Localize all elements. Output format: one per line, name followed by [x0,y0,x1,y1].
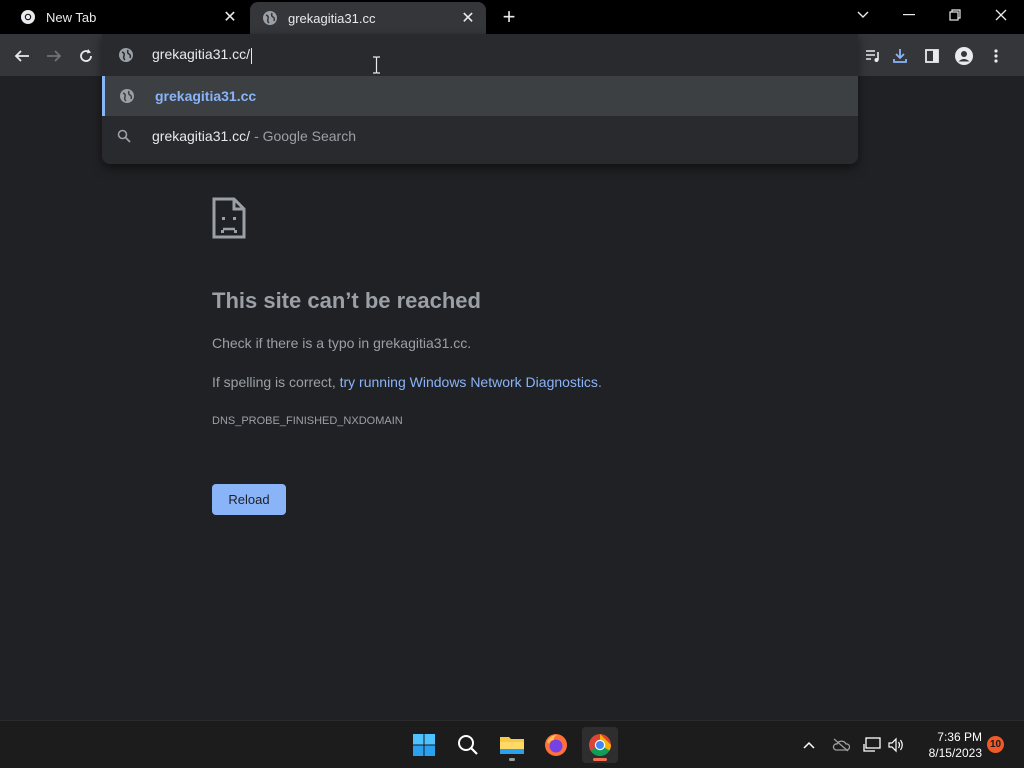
volume-icon[interactable] [884,733,908,757]
tab-active[interactable]: grekagitia31.cc ✕ [250,2,486,34]
reload-icon [80,49,92,62]
running-indicator [509,758,515,761]
chrome-icon [589,734,611,756]
menu-kebab-icon[interactable] [980,42,1012,70]
error-title: This site can’t be reached [212,288,481,313]
search-button[interactable] [450,727,486,763]
network-icon[interactable] [860,733,884,757]
globe-icon [118,47,134,63]
search-icon [116,128,132,144]
title-bar: New Tab ✕ grekagitia31.cc ✕ + [0,0,1024,34]
onedrive-icon[interactable] [829,733,853,757]
tab-title: New Tab [46,9,97,25]
reload-icon-button[interactable] [72,42,100,70]
sad-page-icon [212,197,246,244]
firefox-button[interactable] [538,727,574,763]
download-icon[interactable] [884,42,916,70]
minimize-button[interactable] [886,0,932,30]
ibeam-cursor-icon [372,56,381,79]
system-clock[interactable]: 7:36 PM 8/15/2023 [910,729,982,761]
globe-icon [262,10,278,26]
error-suggestion-diagnostics: If spelling is correct, try running Wind… [212,374,602,390]
toolbar-right [862,42,1012,70]
omnibox-dropdown: grekagitia31.cc/ grekagitia31.cc grekagi… [102,34,858,164]
close-window-button[interactable] [978,0,1024,30]
search-icon [458,735,478,755]
error-suggestion-typo: Check if there is a typo in grekagitia31… [212,335,472,351]
reload-button[interactable]: Reload [212,484,286,515]
suggestion-text: grekagitia31.cc [155,88,257,104]
clock-time: 7:36 PM [937,730,982,744]
close-tab-icon[interactable]: ✕ [458,8,478,28]
running-indicator [593,758,607,761]
text-caret [251,47,253,64]
suggestion-item[interactable]: grekagitia31.cc [102,76,858,116]
clock-date: 8/15/2023 [928,746,982,760]
restore-button[interactable] [932,0,978,30]
forward-arrow-icon [47,50,62,62]
close-tab-icon[interactable]: ✕ [220,7,240,27]
suggestion-secondary: - Google Search [254,128,357,144]
chevron-up-icon[interactable] [797,733,821,757]
suggestion-item[interactable]: grekagitia31.cc/ - Google Search [102,116,858,156]
address-value: grekagitia31.cc/ [152,46,251,63]
diagnostics-link[interactable]: try running Windows Network Diagnostics [340,374,598,390]
folder-icon [500,737,524,754]
file-explorer-button[interactable] [494,727,530,763]
suggestion-text: grekagitia31.cc/ [152,128,251,144]
forward-button[interactable] [40,42,68,70]
address-input[interactable]: grekagitia31.cc/ [152,46,253,64]
chrome-icon [20,9,36,25]
taskbar [0,720,1024,768]
address-bar[interactable]: grekagitia31.cc/ [102,34,858,76]
start-button[interactable] [406,727,442,763]
globe-icon [119,88,135,104]
tab-new-tab[interactable]: New Tab ✕ [8,0,248,34]
diagnostics-prefix: If spelling is correct, [212,374,340,390]
tab-search-icon[interactable] [840,0,886,30]
side-panel-icon[interactable] [916,42,948,70]
tab-title: grekagitia31.cc [288,10,376,26]
page-content [0,76,1024,720]
new-tab-button[interactable]: + [497,4,521,29]
back-button[interactable] [8,42,36,70]
firefox-icon [545,734,567,756]
chrome-button[interactable] [582,727,618,763]
windows-icon [413,734,435,756]
error-code: DNS_PROBE_FINISHED_NXDOMAIN [212,415,403,427]
diagnostics-suffix: . [597,374,602,390]
back-arrow-icon [14,50,29,62]
media-control-icon[interactable] [862,42,884,70]
notification-badge[interactable]: 10 [987,736,1004,753]
profile-icon[interactable] [948,42,980,70]
